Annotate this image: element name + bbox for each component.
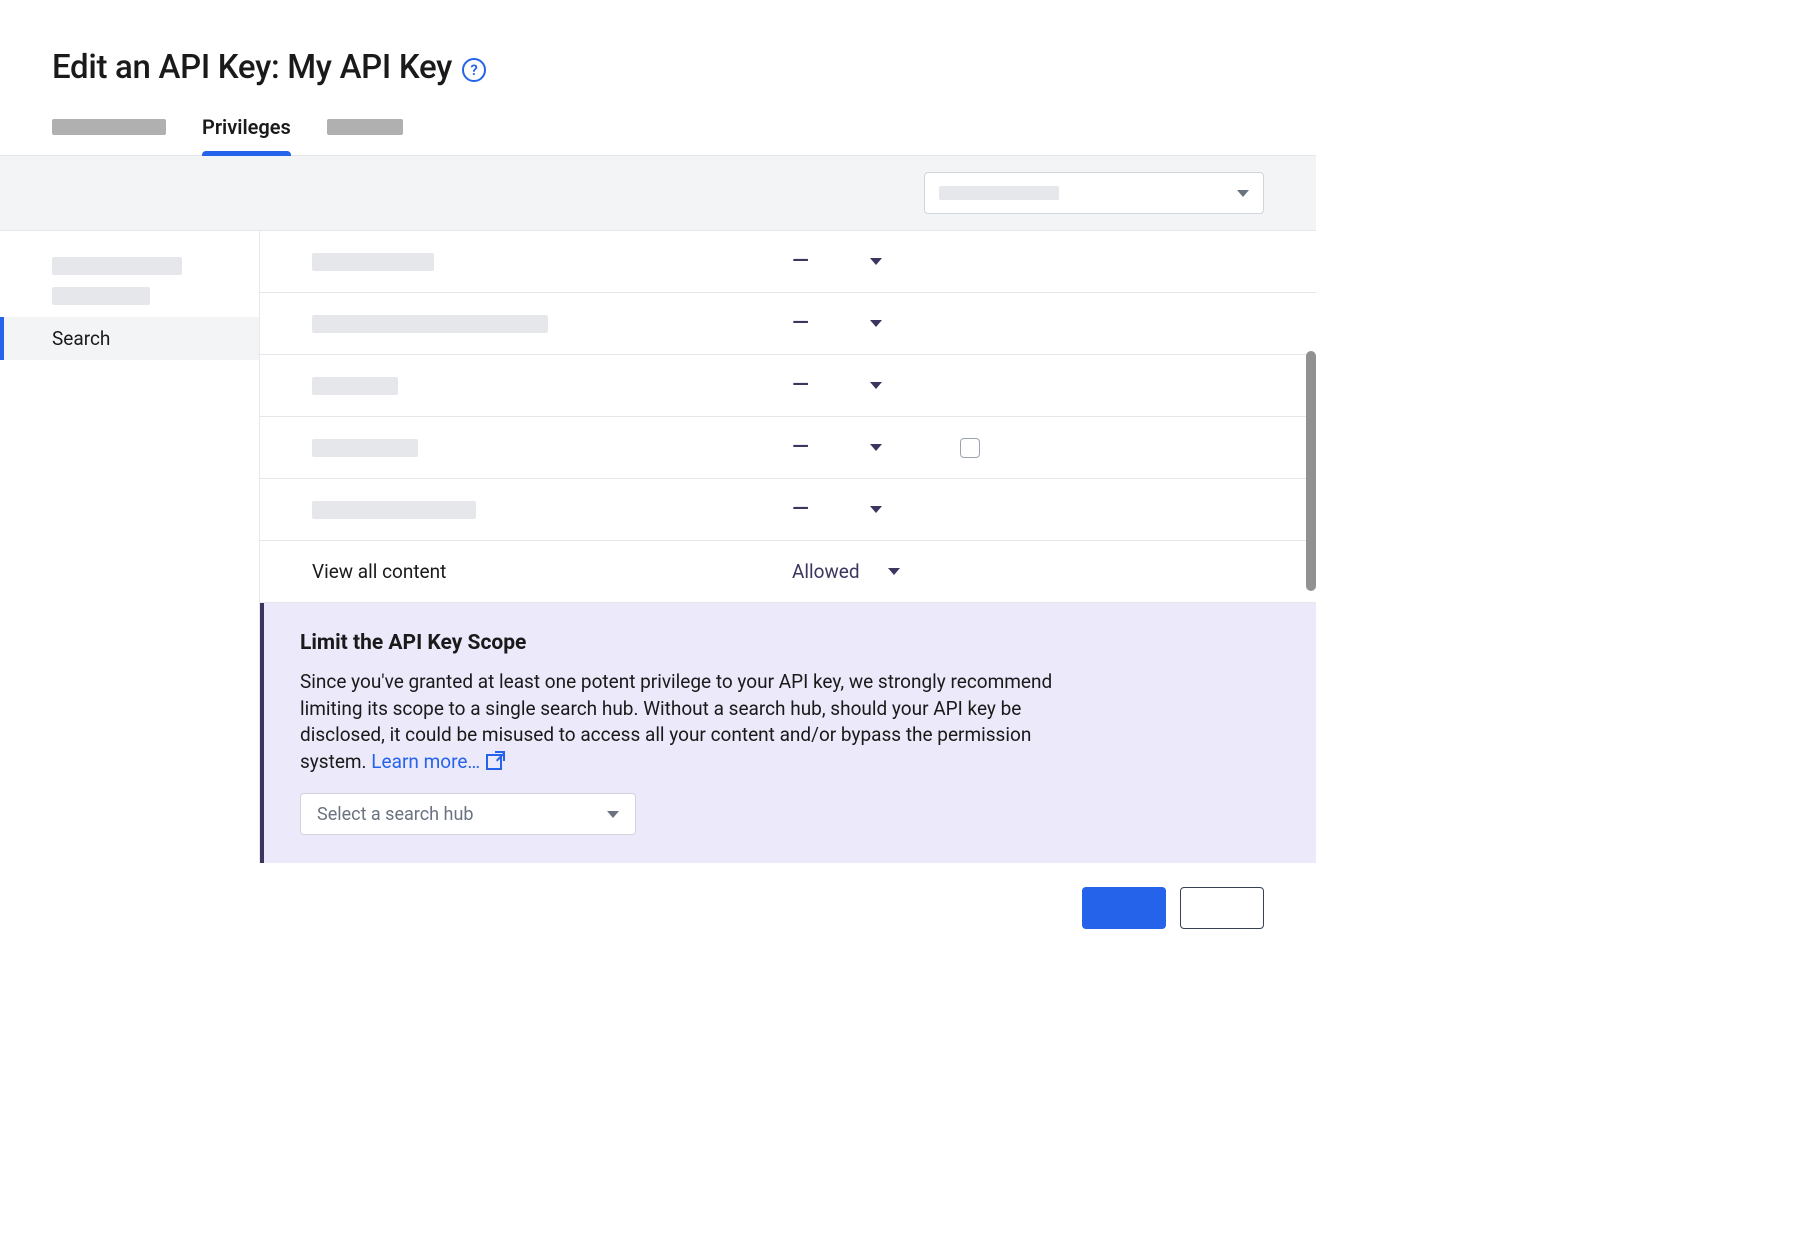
chevron-down-icon [870,258,882,265]
privilege-value-select[interactable]: — [792,373,882,398]
scope-warning-body: Since you've granted at least one potent… [300,669,1060,775]
privilege-value-select[interactable]: Allowed [792,560,900,583]
privilege-value-select[interactable]: — [792,249,882,274]
privilege-value: — [792,435,812,460]
search-hub-select[interactable]: Select a search hub [300,793,636,835]
privilege-label-placeholder [312,253,434,271]
privilege-label-placeholder [312,439,418,457]
chevron-down-icon [870,506,882,513]
preset-select-placeholder [939,186,1059,200]
privilege-row-view-all-content: View all content Allowed [260,541,1316,603]
chevron-down-icon [607,811,619,818]
privileges-panel: — — — — [260,231,1316,863]
save-button[interactable] [1082,887,1166,929]
sidebar-item-search[interactable]: Search [0,317,259,360]
chevron-down-icon [870,444,882,451]
sidebar-item-placeholder-1[interactable] [52,257,182,275]
scope-warning-title: Limit the API Key Scope [300,631,1280,655]
privilege-value: Allowed [792,560,860,583]
privilege-row: — [260,355,1316,417]
tabs: Privileges [0,115,1316,156]
page-title: Edit an API Key: My API Key [52,48,452,87]
privilege-checkbox[interactable] [960,438,980,458]
tab-privileges[interactable]: Privileges [202,115,291,155]
tab-placeholder-2[interactable] [327,119,403,135]
privilege-value-select[interactable]: — [792,311,882,336]
privilege-value-select[interactable]: — [792,497,882,522]
learn-more-link[interactable]: Learn more… [371,749,502,776]
chevron-down-icon [1237,190,1249,197]
tab-placeholder-1[interactable] [52,119,166,135]
learn-more-label: Learn more… [371,749,480,776]
privilege-value: — [792,311,812,336]
privilege-label: View all content [312,560,446,583]
help-icon[interactable]: ? [462,58,486,82]
scrollbar-thumb[interactable] [1306,351,1316,591]
scope-warning-panel: Limit the API Key Scope Since you've gra… [260,603,1316,863]
privilege-label-placeholder [312,501,476,519]
privilege-value: — [792,249,812,274]
privilege-row: — [260,479,1316,541]
chevron-down-icon [888,568,900,575]
cancel-button[interactable] [1180,887,1264,929]
privilege-label-placeholder [312,377,398,395]
privilege-row: — [260,231,1316,293]
privilege-row: — [260,417,1316,479]
privilege-row: — [260,293,1316,355]
search-hub-placeholder: Select a search hub [317,804,474,825]
chevron-down-icon [870,320,882,327]
preset-select[interactable] [924,172,1264,214]
external-link-icon [486,754,502,770]
privilege-value-select[interactable]: — [792,435,980,460]
privilege-label-placeholder [312,315,548,333]
privilege-value: — [792,373,812,398]
footer-actions [0,863,1316,953]
privilege-value: — [792,497,812,522]
sidebar-item-placeholder-2[interactable] [52,287,150,305]
privileges-toolbar [0,156,1316,231]
privileges-sidebar: Search [0,231,260,863]
chevron-down-icon [870,382,882,389]
